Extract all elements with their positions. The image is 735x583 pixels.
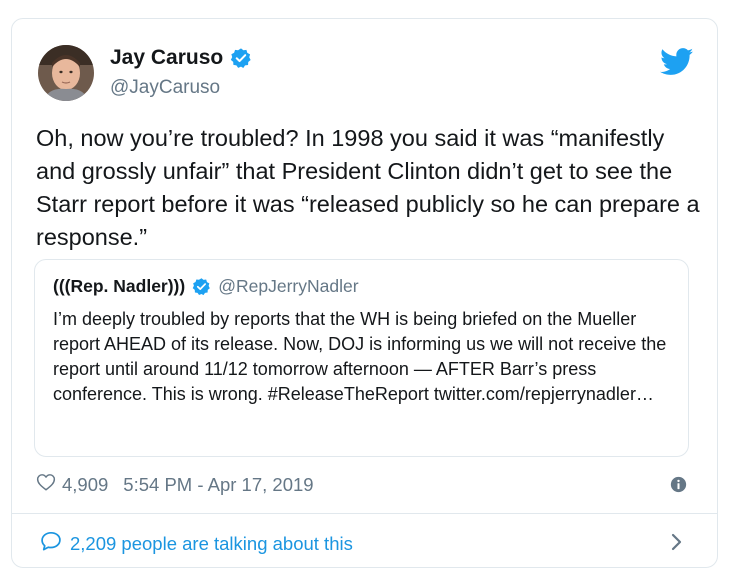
quoted-tweet-header: (((Rep. Nadler))) @RepJerryNadler: [53, 276, 359, 297]
quoted-tweet-text: I’m deeply troubled by reports that the …: [53, 309, 667, 404]
quoted-author-handle: @RepJerryNadler: [218, 276, 359, 296]
like-count[interactable]: 4,909: [62, 474, 108, 496]
tweet-footer: 4,909 5:54 PM - Apr 17, 2019: [36, 473, 314, 496]
author-name[interactable]: Jay Caruso: [110, 46, 223, 70]
tweet-text: Oh, now you’re troubled? In 1998 you sai…: [36, 125, 700, 250]
quoted-author-name: (((Rep. Nadler))): [53, 276, 186, 296]
talking-about-text[interactable]: 2,209 people are talking about this: [70, 533, 353, 555]
info-icon[interactable]: [670, 476, 687, 493]
twitter-bird-icon[interactable]: [660, 48, 694, 76]
divider: [11, 513, 718, 514]
speech-bubble-icon: [40, 531, 62, 556]
avatar[interactable]: [38, 45, 94, 101]
quoted-tweet[interactable]: (((Rep. Nadler))) @RepJerryNadler I’m de…: [34, 259, 689, 457]
tweet-timestamp[interactable]: 5:54 PM - Apr 17, 2019: [123, 474, 313, 496]
talking-about-link[interactable]: 2,209 people are talking about this: [40, 531, 353, 556]
verified-badge-icon: [230, 47, 252, 69]
verified-badge-icon: [192, 277, 211, 296]
heart-icon[interactable]: [36, 473, 56, 496]
author-name-row[interactable]: Jay Caruso: [110, 46, 252, 70]
chevron-right-icon[interactable]: [670, 531, 684, 553]
author-handle[interactable]: @JayCaruso: [110, 77, 220, 99]
